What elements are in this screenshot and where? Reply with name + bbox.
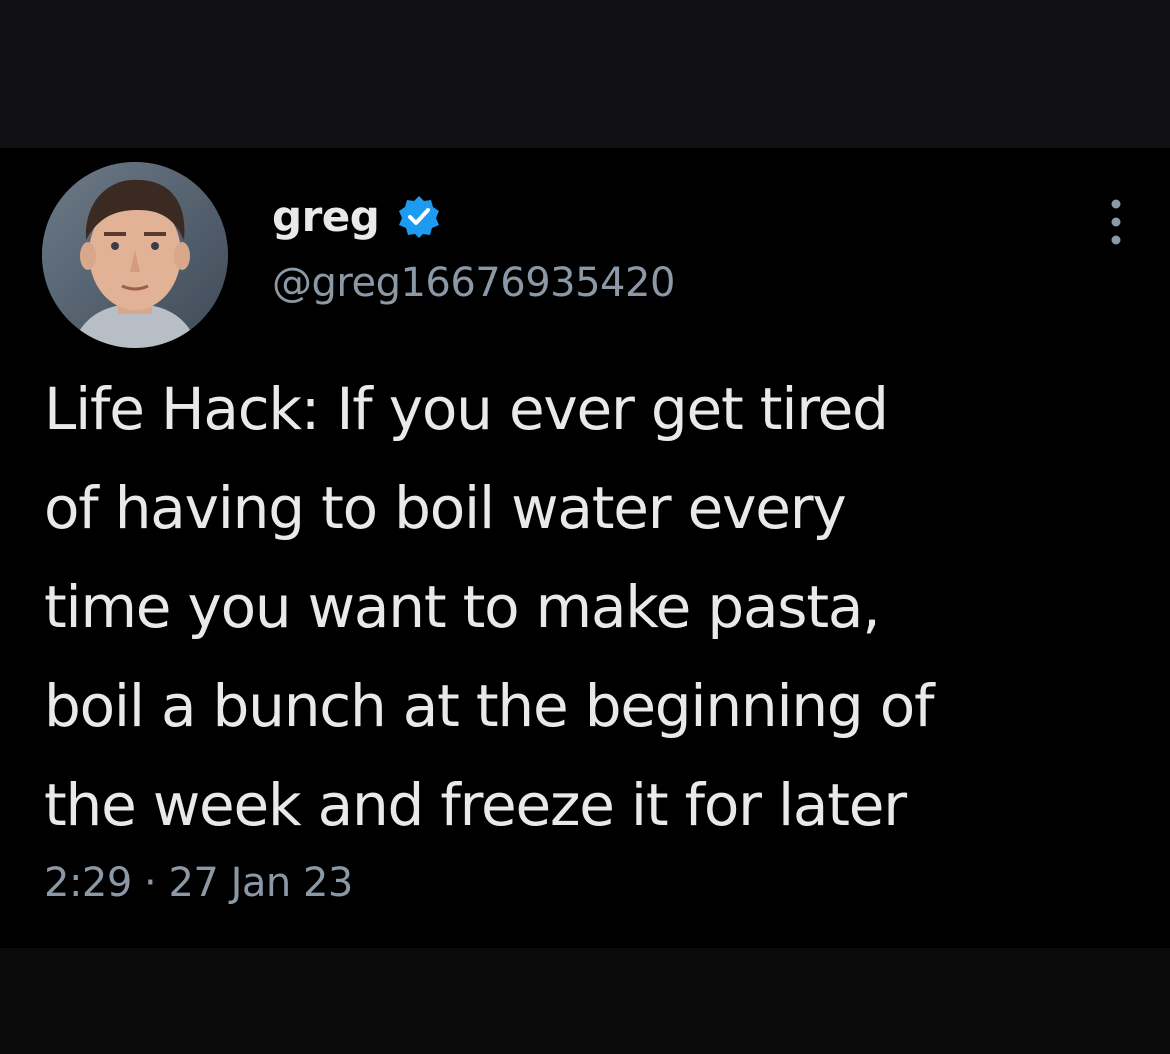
tweet-card[interactable]: greg @greg16676935420 Life Hack: If you … xyxy=(0,148,1170,948)
name-row: greg xyxy=(272,188,675,244)
tweet-meta: 2:29 · 27 Jan 23 xyxy=(44,860,353,906)
tweet-text: Life Hack: If you ever get tired of havi… xyxy=(44,375,934,839)
bottom-band xyxy=(0,948,1170,1054)
page: greg @greg16676935420 Life Hack: If you … xyxy=(0,0,1170,1054)
top-band xyxy=(0,0,1170,148)
avatar[interactable] xyxy=(42,162,228,348)
more-options-icon[interactable] xyxy=(1096,196,1136,248)
handle[interactable]: @greg16676935420 xyxy=(272,260,675,306)
avatar-image xyxy=(42,162,228,348)
tweet-date[interactable]: 27 Jan 23 xyxy=(168,860,353,906)
author-block: greg @greg16676935420 xyxy=(272,188,675,307)
meta-separator: · xyxy=(144,860,157,906)
verified-badge-icon xyxy=(397,194,441,238)
tweet-time[interactable]: 2:29 xyxy=(44,860,132,906)
display-name[interactable]: greg xyxy=(272,192,380,241)
